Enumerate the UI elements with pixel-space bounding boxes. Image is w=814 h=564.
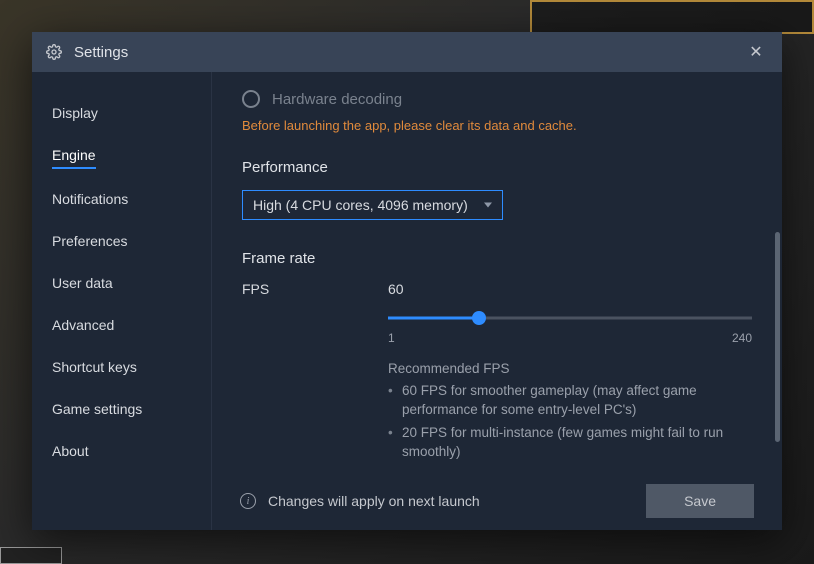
window-title: Settings — [74, 44, 744, 61]
list-item: 60 FPS for smoother gameplay (may affect… — [402, 382, 752, 420]
recommended-list: 60 FPS for smoother gameplay (may affect… — [388, 382, 752, 462]
sidebar-item-label: Notifications — [52, 191, 128, 211]
sidebar-item-label: Advanced — [52, 317, 114, 337]
scrollbar-thumb[interactable] — [775, 232, 780, 442]
close-icon[interactable]: ✕ — [744, 40, 768, 64]
sidebar-item-display[interactable]: Display — [32, 94, 211, 136]
settings-modal: Settings ✕ Display Engine Notifications … — [32, 32, 782, 530]
fps-max-label: 240 — [732, 331, 752, 345]
chevron-down-icon — [484, 203, 492, 208]
frame-rate-title: Frame rate — [242, 250, 752, 267]
footer-notice: Changes will apply on next launch — [268, 493, 634, 509]
select-value: High (4 CPU cores, 4096 memory) — [253, 197, 468, 213]
sidebar-item-notifications[interactable]: Notifications — [32, 180, 211, 222]
performance-title: Performance — [242, 159, 752, 176]
sidebar-item-shortcut-keys[interactable]: Shortcut keys — [32, 348, 211, 390]
sidebar-item-advanced[interactable]: Advanced — [32, 306, 211, 348]
sidebar: Display Engine Notifications Preferences… — [32, 72, 212, 530]
slider-thumb[interactable] — [472, 311, 486, 325]
cache-warning-text: Before launching the app, please clear i… — [242, 118, 752, 133]
sidebar-item-label: Display — [52, 105, 98, 125]
scroll-area: Hardware decoding Before launching the a… — [212, 72, 782, 472]
radio-icon — [242, 90, 260, 108]
modal-body: Display Engine Notifications Preferences… — [32, 72, 782, 530]
sidebar-item-label: Game settings — [52, 401, 142, 421]
save-button[interactable]: Save — [646, 484, 754, 518]
radio-label: Hardware decoding — [272, 91, 402, 108]
fps-label: FPS — [242, 281, 388, 297]
sidebar-item-label: Engine — [52, 147, 96, 169]
titlebar: Settings ✕ — [32, 32, 782, 72]
scrollbar[interactable] — [775, 92, 780, 460]
sidebar-item-game-settings[interactable]: Game settings — [32, 390, 211, 432]
sidebar-item-user-data[interactable]: User data — [32, 264, 211, 306]
footer: i Changes will apply on next launch Save — [212, 472, 782, 530]
sidebar-item-label: Shortcut keys — [52, 359, 137, 379]
info-icon: i — [240, 493, 256, 509]
sidebar-item-preferences[interactable]: Preferences — [32, 222, 211, 264]
slider-fill — [388, 317, 479, 320]
content-pane: Hardware decoding Before launching the a… — [212, 72, 782, 530]
sidebar-item-label: Preferences — [52, 233, 127, 253]
fps-slider[interactable] — [388, 311, 752, 325]
fps-value: 60 — [388, 281, 752, 297]
sidebar-item-label: User data — [52, 275, 113, 295]
gear-icon — [46, 44, 62, 60]
sidebar-item-engine[interactable]: Engine — [32, 136, 211, 180]
recommended-title: Recommended FPS — [388, 361, 752, 376]
performance-select[interactable]: High (4 CPU cores, 4096 memory) — [242, 190, 503, 220]
sidebar-item-label: About — [52, 443, 89, 463]
sidebar-item-about[interactable]: About — [32, 432, 211, 474]
list-item: 20 FPS for multi-instance (few games mig… — [402, 424, 752, 462]
fps-min-label: 1 — [388, 331, 395, 345]
hardware-decoding-radio[interactable]: Hardware decoding — [242, 90, 752, 108]
